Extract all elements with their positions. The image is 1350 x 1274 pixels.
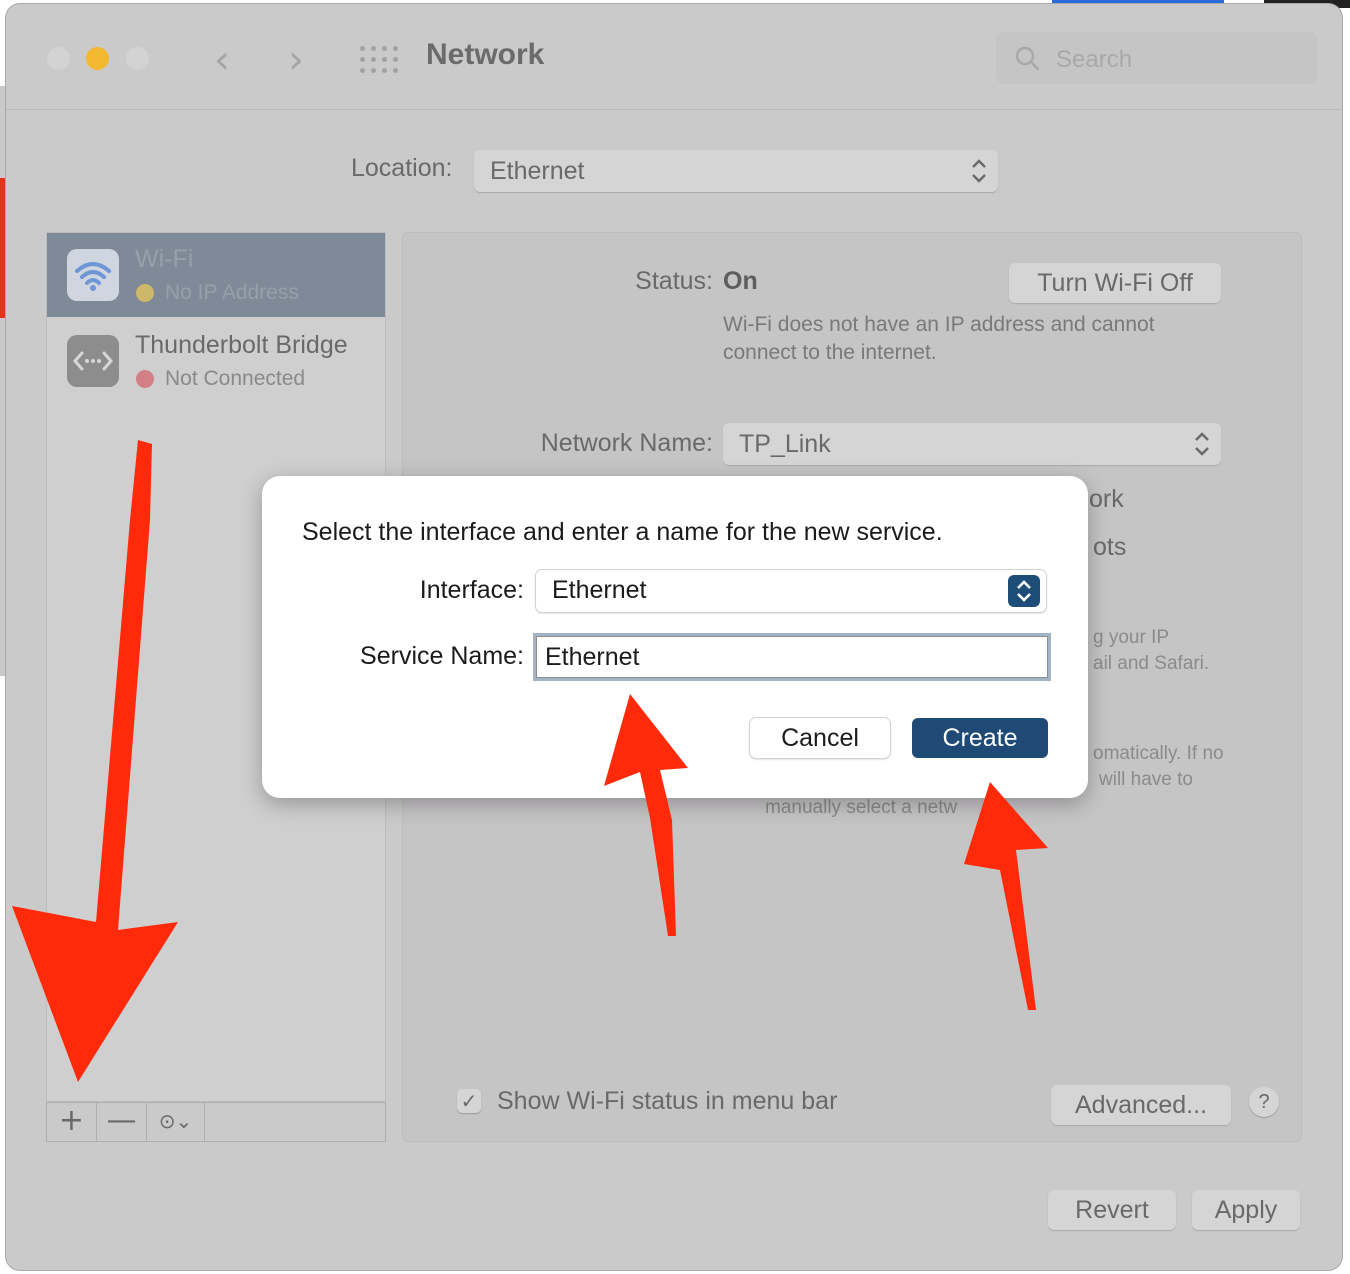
service-item-wifi[interactable]: Wi-Fi No IP Address <box>47 233 385 317</box>
partial-text: ork <box>1089 485 1124 513</box>
advanced-button[interactable]: Advanced... <box>1051 1085 1231 1125</box>
revert-button[interactable]: Revert <box>1048 1190 1176 1230</box>
network-name-label: Network Name: <box>540 429 713 457</box>
status-dot <box>136 370 154 388</box>
location-label: Location: <box>351 154 453 182</box>
forward-chevron-icon[interactable]: › <box>276 38 316 82</box>
back-chevron-icon[interactable]: ‹ <box>202 38 242 82</box>
partial-text: g your IP <box>1093 627 1170 648</box>
interface-stepper[interactable] <box>1008 575 1040 607</box>
service-status: No IP Address <box>165 281 299 304</box>
apply-button[interactable]: Apply <box>1192 1190 1300 1230</box>
status-description-line1: Wi-Fi does not have an IP address and ca… <box>723 313 1155 336</box>
service-name-input[interactable] <box>536 636 1048 678</box>
partial-text: ail and Safari. <box>1093 653 1210 674</box>
updown-arrows-icon <box>1017 580 1031 602</box>
dialog-message: Select the interface and enter a name fo… <box>302 518 943 546</box>
network-name-value: TP_Link <box>739 430 831 458</box>
status-label: Status: <box>635 267 713 295</box>
network-name-popup[interactable]: TP_Link <box>723 423 1221 465</box>
zoom-window-button[interactable] <box>126 47 149 70</box>
help-button[interactable]: ? <box>1249 1087 1279 1117</box>
close-window-button[interactable] <box>47 47 70 70</box>
search-placeholder: Search <box>1056 46 1133 73</box>
status-value: On <box>723 267 758 295</box>
service-name-field-focus-ring <box>533 633 1051 681</box>
show-status-label: Show Wi-Fi status in menu bar <box>497 1087 838 1115</box>
service-name: Wi-Fi <box>135 245 194 273</box>
service-list-toolbar: + — ⊙⌄ <box>46 1102 386 1142</box>
show-status-checkbox[interactable]: ✓ <box>457 1089 481 1113</box>
cancel-button[interactable]: Cancel <box>750 718 890 758</box>
turn-wifi-off-button[interactable]: Turn Wi-Fi Off <box>1009 263 1221 303</box>
remove-service-button[interactable]: — <box>97 1103 147 1141</box>
status-dot <box>136 284 154 302</box>
updown-arrows-icon <box>1195 432 1209 456</box>
service-name-label: Service Name: <box>360 642 524 670</box>
partial-text: ots <box>1093 533 1127 561</box>
show-all-grid-icon[interactable] <box>358 42 398 78</box>
partial-text: will have to <box>1099 769 1193 790</box>
title-bar: ‹ › Network Search <box>6 4 1342 110</box>
search-icon <box>1015 46 1040 71</box>
wifi-icon <box>67 249 119 301</box>
location-value: Ethernet <box>490 157 585 185</box>
thunderbolt-bridge-icon <box>67 335 119 387</box>
interface-value: Ethernet <box>552 576 647 604</box>
status-description-line2: connect to the internet. <box>723 341 937 364</box>
minimize-window-button[interactable] <box>86 47 109 70</box>
updown-arrows-icon <box>972 159 986 183</box>
window-title: Network <box>426 38 545 71</box>
location-popup[interactable]: Ethernet <box>474 150 998 192</box>
search-field[interactable]: Search <box>996 32 1318 84</box>
service-item-thunderbolt-bridge[interactable]: Thunderbolt Bridge Not Connected <box>47 319 385 403</box>
new-service-dialog: Select the interface and enter a name fo… <box>262 476 1088 798</box>
partial-text: manually select a netw <box>765 797 958 818</box>
interface-popup[interactable]: Ethernet <box>536 570 1046 612</box>
service-name: Thunderbolt Bridge <box>135 331 348 359</box>
partial-text: omatically. If no <box>1093 743 1224 764</box>
create-button[interactable]: Create <box>912 718 1048 758</box>
add-service-button[interactable]: + <box>47 1103 97 1141</box>
interface-label: Interface: <box>419 576 524 604</box>
service-status: Not Connected <box>165 367 306 390</box>
action-menu-button[interactable]: ⊙⌄ <box>147 1103 205 1141</box>
